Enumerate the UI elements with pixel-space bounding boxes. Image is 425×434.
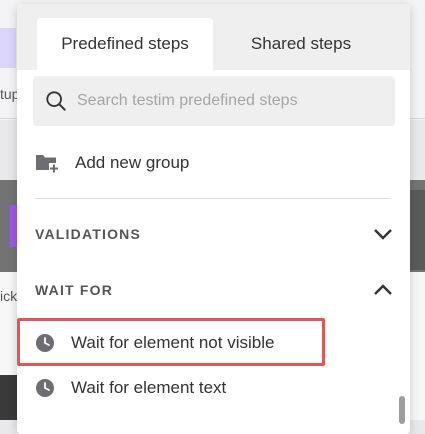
background-text-mid: ick xyxy=(0,288,18,304)
tab-label: Shared steps xyxy=(250,34,352,53)
steps-popup: Predefined steps Shared steps Add new gr… xyxy=(17,4,410,434)
tab-label: Predefined steps xyxy=(61,34,189,53)
tab-bar: Predefined steps Shared steps xyxy=(17,4,410,70)
step-label: Wait for element text xyxy=(71,378,227,397)
tab-shared-steps[interactable]: Shared steps xyxy=(213,18,389,70)
divider xyxy=(35,198,391,199)
background-chip xyxy=(0,28,16,68)
add-group-label: Add new group xyxy=(75,153,190,172)
section-label: VALIDATIONS xyxy=(35,226,142,242)
step-label: Wait for element not visible xyxy=(71,333,275,352)
clock-icon xyxy=(36,334,54,352)
section-validations[interactable]: VALIDATIONS xyxy=(35,221,393,247)
search-icon xyxy=(46,91,66,111)
chevron-up-icon xyxy=(374,284,392,295)
step-wait-for-element-text[interactable]: Wait for element text xyxy=(35,376,226,400)
add-new-group-button[interactable]: Add new group xyxy=(35,150,189,176)
tab-predefined-steps[interactable]: Predefined steps xyxy=(37,18,213,70)
folder-add-icon xyxy=(36,155,59,173)
search-input[interactable] xyxy=(77,92,377,110)
step-wait-for-element-not-visible[interactable]: Wait for element not visible xyxy=(35,331,274,355)
section-wait-for[interactable]: WAIT FOR xyxy=(35,277,393,303)
chevron-down-icon xyxy=(374,229,392,240)
section-label: WAIT FOR xyxy=(35,282,114,298)
clock-icon xyxy=(36,379,54,397)
background-right-panel xyxy=(410,190,425,270)
search-box[interactable] xyxy=(33,76,395,126)
